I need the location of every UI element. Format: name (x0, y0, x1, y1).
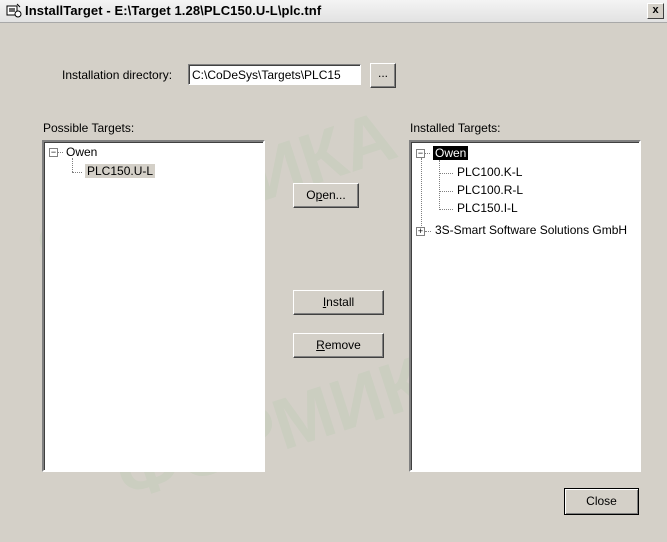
tree-line (421, 158, 422, 232)
tree-line (439, 209, 453, 210)
tree-line (439, 173, 453, 174)
tree-line (439, 191, 453, 192)
install-button-label-post: nstall (326, 295, 355, 309)
installed-targets-tree[interactable]: − Owen PLC100.K-L PLC100.R-L PLC150.I-L … (409, 140, 641, 472)
app-icon (6, 3, 22, 18)
tree-line (72, 172, 82, 173)
open-button[interactable]: Open... (293, 183, 359, 208)
install-button[interactable]: Install (293, 290, 384, 315)
tree-line (439, 160, 440, 210)
installed-targets-label: Installed Targets: (410, 121, 501, 135)
tree-node-plc100-r-l[interactable]: PLC100.R-L (457, 183, 523, 197)
expand-icon[interactable]: + (416, 227, 425, 236)
title-bar: InstallTarget - E:\Target 1.28\PLC150.U-… (0, 0, 667, 23)
tree-line (425, 231, 431, 232)
remove-button[interactable]: Remove (293, 333, 384, 358)
tree-node-owen[interactable]: Owen (66, 145, 97, 159)
collapse-icon[interactable]: − (49, 148, 58, 157)
close-window-icon[interactable]: x (647, 3, 664, 19)
tree-node-owen[interactable]: Owen (433, 146, 469, 160)
tree-line (58, 152, 63, 153)
tree-node-plc150-i-l[interactable]: PLC150.I-L (457, 201, 518, 215)
tree-node-plc150-u-l[interactable]: PLC150.U-L (85, 164, 156, 178)
remove-button-label-ul: R (316, 338, 325, 352)
tree-line (425, 153, 430, 154)
browse-button[interactable]: ... (370, 63, 396, 88)
close-button[interactable]: Close (564, 488, 639, 515)
possible-targets-tree[interactable]: − Owen PLC150.U-L (42, 140, 265, 472)
possible-targets-label: Possible Targets: (43, 121, 135, 135)
window-title: InstallTarget - E:\Target 1.28\PLC150.U-… (25, 3, 322, 18)
installation-directory-input[interactable]: C:\CoDeSys\Targets\PLC15 (188, 64, 361, 85)
tree-line (72, 158, 73, 172)
tree-node-plc100-k-l[interactable]: PLC100.K-L (457, 165, 522, 179)
tree-node-3s-smart[interactable]: 3S-Smart Software Solutions GmbH (435, 223, 627, 237)
open-button-label-post: en... (322, 188, 346, 202)
collapse-icon[interactable]: − (416, 149, 425, 158)
open-button-label-pre: O (306, 188, 316, 202)
remove-button-label-post: emove (324, 338, 361, 352)
installation-directory-label: Installation directory: (62, 68, 173, 82)
